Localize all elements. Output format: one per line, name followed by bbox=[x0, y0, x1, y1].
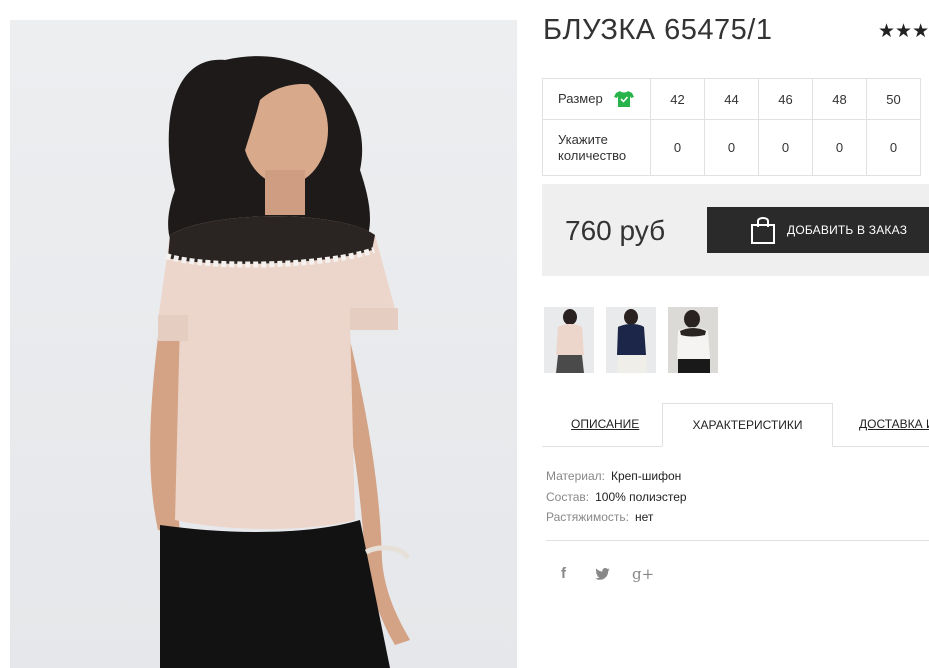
size-48: 48 bbox=[812, 78, 867, 120]
characteristic-key: Растяжимость: bbox=[546, 510, 630, 524]
size-42: 42 bbox=[650, 78, 705, 120]
size-50: 50 bbox=[866, 78, 921, 120]
size-46: 46 bbox=[758, 78, 813, 120]
characteristic-value: 100% полиэстер bbox=[595, 489, 687, 504]
shopping-bag-icon bbox=[751, 217, 775, 244]
product-main-photo[interactable] bbox=[10, 20, 517, 668]
add-to-order-label: ДОБАВИТЬ В ЗАКАЗ bbox=[787, 223, 908, 237]
characteristic-row: Материал: Креп-шифон bbox=[546, 466, 687, 487]
content-divider bbox=[546, 540, 929, 541]
quantity-input-48[interactable]: 0 bbox=[812, 119, 867, 176]
price-panel: 760 руб ДОБАВИТЬ В ЗАКАЗ bbox=[542, 184, 929, 276]
quantity-input-46[interactable]: 0 bbox=[758, 119, 813, 176]
tab-characteristics[interactable]: ХАРАКТЕРИСТИКИ bbox=[662, 403, 833, 447]
characteristic-row: Состав: 100% полиэстер bbox=[546, 487, 687, 508]
characteristic-row: Растяжимость: нет bbox=[546, 507, 687, 528]
characteristic-key: Материал: bbox=[546, 469, 605, 483]
size-quantity-table: Размер 42 44 46 48 50 Укажите количество… bbox=[542, 78, 921, 176]
characteristic-value: нет bbox=[635, 510, 654, 524]
size-row-label: Размер bbox=[542, 78, 651, 120]
quantity-label-line1: Укажите bbox=[558, 131, 608, 147]
quantity-input-42[interactable]: 0 bbox=[650, 119, 705, 176]
thumbnail-beige-blouse[interactable] bbox=[544, 307, 594, 373]
characteristic-value: Креп-шифон bbox=[610, 469, 682, 483]
googleplus-share-icon[interactable]: g+ bbox=[632, 565, 654, 583]
characteristic-key: Состав: bbox=[546, 489, 590, 504]
product-title: БЛУЗКА 65475/1 bbox=[543, 14, 773, 46]
quantity-input-44[interactable]: 0 bbox=[704, 119, 759, 176]
facebook-share-icon[interactable]: f bbox=[561, 565, 566, 582]
quantity-input-50[interactable]: 0 bbox=[866, 119, 921, 176]
add-to-order-button[interactable]: ДОБАВИТЬ В ЗАКАЗ bbox=[707, 207, 929, 253]
characteristics-list: Материал: Креп-шифон Состав: 100% полиэсте… bbox=[546, 466, 687, 528]
product-price: 760 руб bbox=[565, 215, 666, 246]
size-chart-shirt-icon[interactable] bbox=[614, 91, 635, 108]
tab-description[interactable]: ОПИСАНИЕ bbox=[571, 417, 639, 431]
size-44: 44 bbox=[704, 78, 759, 120]
rating-stars[interactable]: ★★★ bbox=[878, 20, 929, 43]
product-tabs: ОПИСАНИЕ ХАРАКТЕРИСТИКИ ДОСТАВКА И bbox=[542, 403, 929, 447]
twitter-share-icon[interactable] bbox=[595, 568, 610, 580]
thumbnail-white-blouse[interactable] bbox=[668, 307, 718, 373]
quantity-label-line2: количество bbox=[558, 147, 627, 163]
tab-delivery[interactable]: ДОСТАВКА И bbox=[859, 417, 929, 431]
size-label: Размер bbox=[558, 90, 603, 106]
quantity-row-label: Укажите количество bbox=[542, 119, 651, 176]
thumbnail-navy-blouse[interactable] bbox=[606, 307, 656, 373]
